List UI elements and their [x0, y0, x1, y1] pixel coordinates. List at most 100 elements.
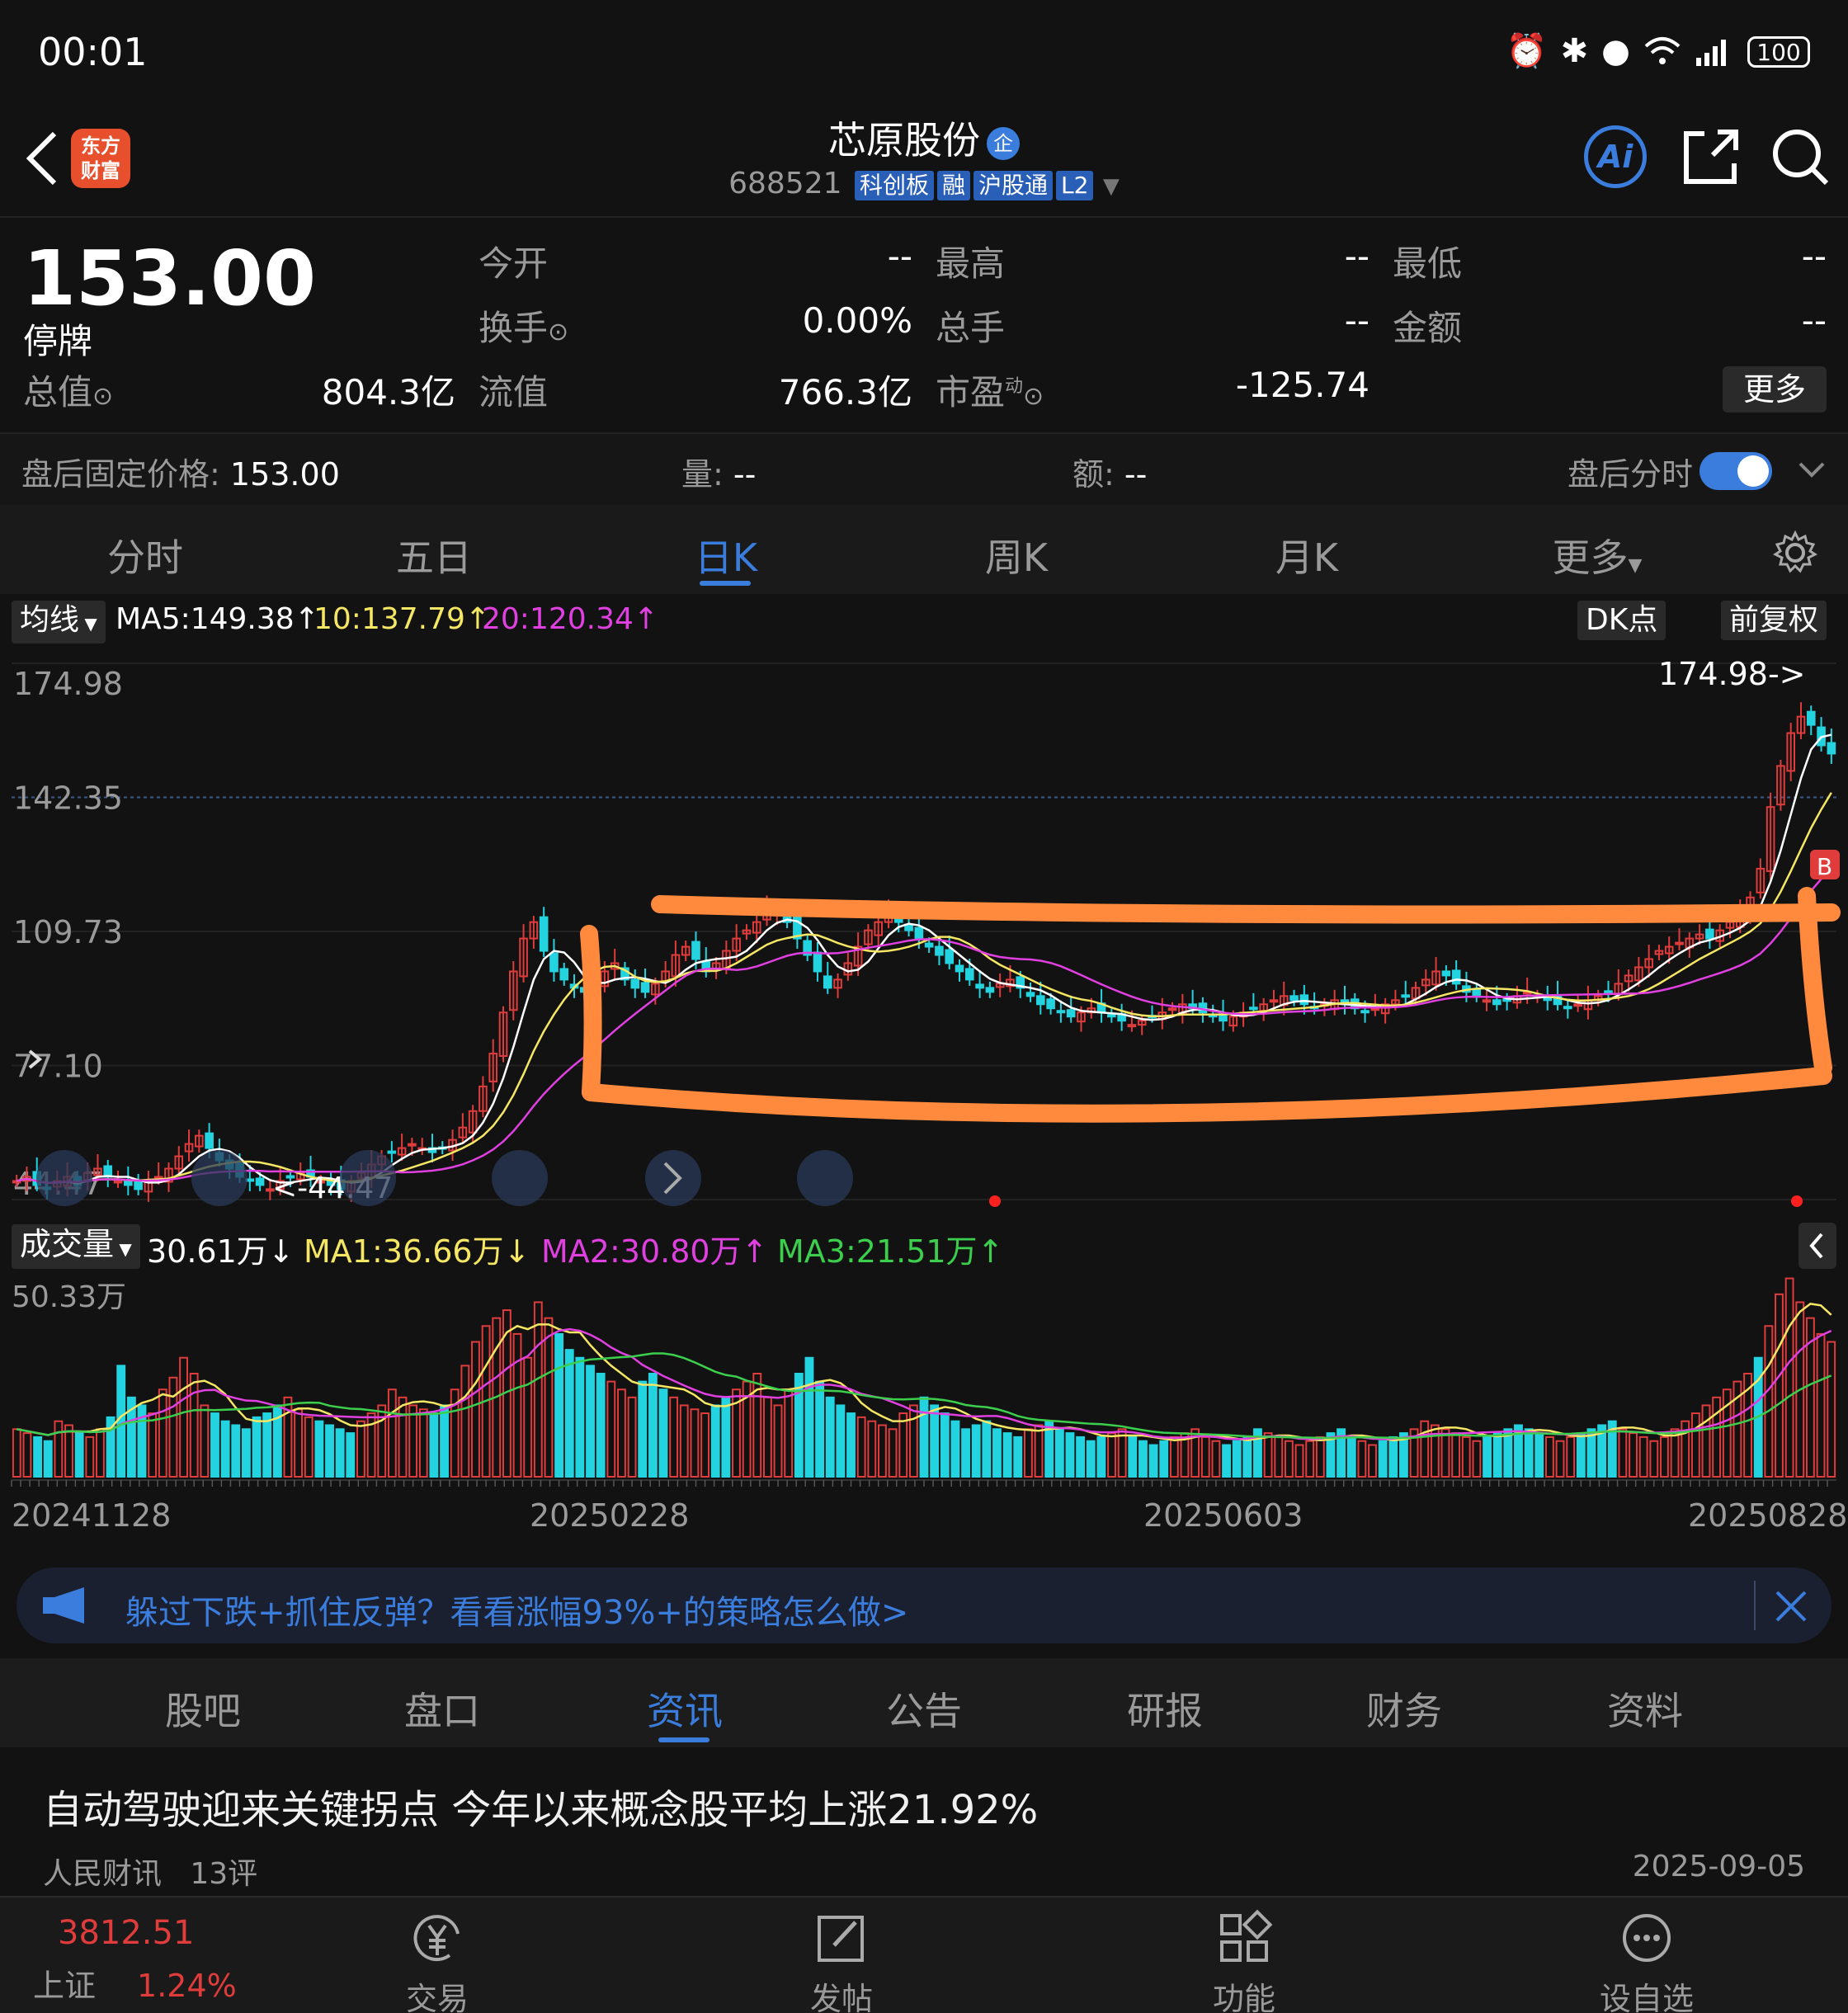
volume-bar [346, 1432, 356, 1478]
volume-bar [961, 1428, 970, 1478]
volume-bar [1451, 1432, 1461, 1478]
index-ticker[interactable]: 3812.51 上证 1.24% [33, 1914, 248, 2006]
nav-add-watchlist[interactable]: 设自选 [1564, 1909, 1729, 2013]
volume-bar [1284, 1440, 1294, 1478]
tab-forum[interactable]: 股吧 [120, 1681, 285, 1736]
tab-announcements[interactable]: 公告 [842, 1681, 1006, 1736]
volume-bar [1357, 1440, 1367, 1478]
candle-body [945, 949, 955, 964]
info-icon[interactable]: ⊙ [548, 318, 568, 346]
tab-intraday[interactable]: 分时 [63, 528, 228, 582]
chevron-down-icon[interactable] [1795, 455, 1828, 485]
candle-body [1249, 1006, 1258, 1011]
ma-selector[interactable]: 均线 ▼ [12, 601, 106, 644]
tab-research[interactable]: 研报 [1082, 1681, 1247, 1736]
market-cap-value: 804.3亿 [321, 372, 455, 412]
volume-bar [1128, 1436, 1138, 1478]
volume-bar [1054, 1428, 1064, 1478]
share-icon[interactable] [1680, 125, 1742, 188]
tab-financials[interactable]: 财务 [1322, 1681, 1487, 1736]
volume-bar [784, 1388, 794, 1478]
volume-bar [700, 1412, 710, 1478]
volume-bar [158, 1388, 167, 1478]
volume-bar [1023, 1428, 1033, 1478]
after-hours-toggle[interactable] [1700, 452, 1772, 490]
tab-monthly-k[interactable]: 月K [1224, 528, 1389, 582]
volume-bar [241, 1428, 251, 1478]
info-icon[interactable]: ⊙ [1023, 382, 1044, 411]
nav-functions[interactable]: 功能 [1162, 1909, 1327, 2013]
tab-order-book[interactable]: 盘口 [360, 1681, 525, 1736]
candle-body [124, 1180, 133, 1186]
candle-body [1269, 999, 1279, 1003]
search-icon[interactable] [1769, 125, 1832, 188]
volume-bar [460, 1365, 470, 1478]
candle-body [1025, 992, 1035, 997]
close-icon[interactable] [1770, 1586, 1812, 1627]
stock-code-row[interactable]: 688521 科创板融沪股通 L2 ▼ [0, 167, 1848, 200]
candle-body [955, 964, 964, 973]
candle-body [1107, 1014, 1116, 1018]
news-item[interactable]: 自动驾驶迎来关键拐点 今年以来概念股平均上涨21.92% 人民财讯 13评 20… [0, 1747, 1848, 1896]
after-hours-row: 盘后固定价格: 153.00 量: -- 额: -- 盘后分时 [0, 432, 1848, 505]
dropdown-triangle-icon: ▼ [1628, 555, 1643, 576]
candle-body [914, 926, 924, 940]
tag-l2: L2 [1056, 171, 1094, 200]
nav-post[interactable]: 发帖 [759, 1909, 924, 2013]
high-value: -- [1344, 236, 1370, 276]
info-icon[interactable]: ⊙ [92, 382, 113, 411]
candle-body [1675, 941, 1684, 945]
tab-profile[interactable]: 资料 [1563, 1681, 1728, 1736]
max-price-label: 174.98-> [1658, 656, 1806, 692]
volume-bar [1483, 1436, 1492, 1478]
tab-news[interactable]: 资讯 [602, 1681, 767, 1736]
nav-trade[interactable]: 交易 [355, 1909, 520, 2013]
candle-body [1492, 999, 1502, 1006]
volume-bar [148, 1412, 158, 1478]
more-dots-icon [1623, 1914, 1671, 1962]
index-change: 1.24% [137, 1968, 237, 2004]
trading-status: 停牌 [23, 321, 93, 361]
after-volume: 量: -- [681, 456, 757, 493]
tab-weekly-k[interactable]: 周K [934, 528, 1099, 582]
volume-bar [773, 1404, 783, 1478]
more-button[interactable]: 更多 [1723, 366, 1827, 412]
ai-icon[interactable]: Ai [1584, 125, 1647, 188]
volume-bar [1232, 1440, 1242, 1478]
volume-bar [1002, 1432, 1012, 1478]
pe-value: -125.74 [1235, 365, 1370, 405]
x-tick-label: 20250828 [1688, 1497, 1847, 1534]
candle-body [1827, 742, 1836, 755]
volume-chart[interactable]: 50.33万 20241128 20250228 20250603 20250828 [0, 1274, 1848, 1551]
tab-more[interactable]: 更多▼ [1515, 528, 1680, 582]
volume-bar [1200, 1436, 1210, 1478]
highlight-bottom-stroke [582, 1067, 1832, 1123]
adjust-button[interactable]: 前复权 [1721, 601, 1827, 640]
volume-bar [74, 1432, 84, 1478]
candle-body [640, 982, 650, 993]
candlestick-chart[interactable]: 174.98142.35109.7377.1044.47174.98-><-44… [0, 647, 1848, 1216]
settings-gear-icon[interactable] [1772, 530, 1818, 576]
volume-bar [669, 1396, 679, 1478]
volume-bar [815, 1380, 825, 1478]
volume-bar [617, 1388, 626, 1478]
volume-bar [33, 1436, 43, 1478]
megaphone-icon [43, 1587, 84, 1624]
collapse-panel-button[interactable] [1798, 1223, 1836, 1269]
y-tick-label: 50.33万 [12, 1280, 126, 1314]
tab-daily-k[interactable]: 日K [644, 528, 808, 582]
volume-selector[interactable]: 成交量 ▼ [12, 1224, 140, 1269]
tab-five-day[interactable]: 五日 [351, 528, 516, 582]
volume-bar [982, 1420, 992, 1478]
status-bar: 00:01 ⏰ ✱ ● 100 [0, 0, 1848, 107]
dk-point-button[interactable]: DK点 [1577, 601, 1666, 640]
bottom-nav: 3812.51 上证 1.24% 交易 发帖 功能 设自选 [0, 1896, 1848, 2013]
volume-bar [64, 1424, 73, 1478]
promo-banner[interactable]: 躲过下跌+抓住反弹？看看涨幅93%+的策略怎么做> [16, 1568, 1832, 1643]
volume-bar [1544, 1436, 1554, 1478]
stock-code: 688521 [728, 167, 842, 200]
vma2-value: MA2:30.80万↑ [541, 1233, 768, 1270]
chart-control-button [797, 1150, 853, 1206]
candle-body [1370, 1007, 1380, 1011]
candle-body [1127, 1024, 1137, 1028]
